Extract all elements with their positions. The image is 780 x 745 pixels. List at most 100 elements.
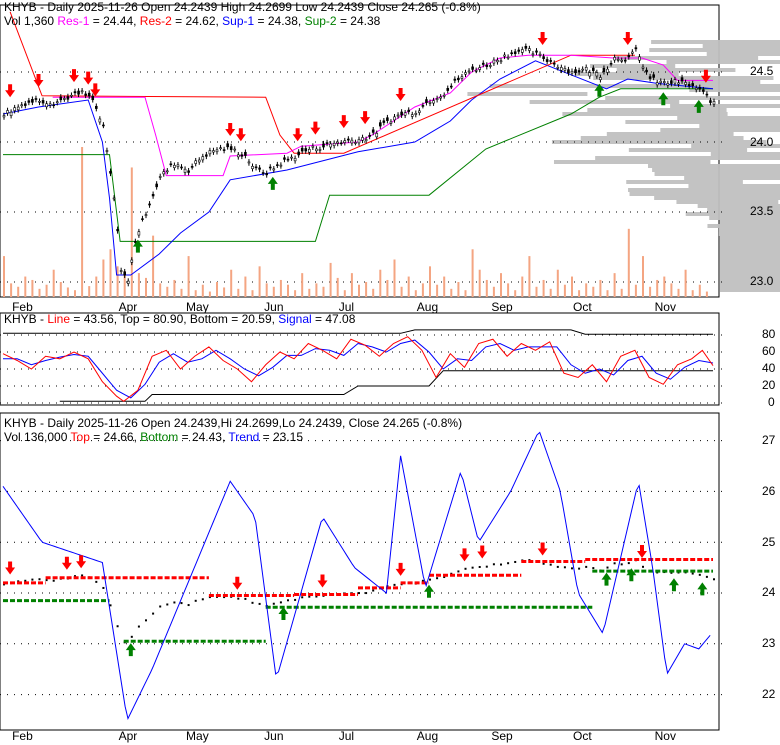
candle — [180, 166, 183, 169]
panel1-header: KHYB - Daily 2025-11-26 Open 24.2439 Hig… — [4, 0, 481, 14]
month-label: Aug — [416, 729, 439, 743]
candle — [20, 104, 24, 107]
volume-bar — [180, 288, 183, 297]
candle — [687, 84, 691, 87]
month-label: Jul — [338, 300, 355, 314]
candle — [347, 138, 350, 141]
p3-tick: 22 — [762, 687, 776, 701]
candle — [506, 56, 510, 59]
candle — [116, 229, 119, 232]
candle — [538, 53, 542, 56]
legend-sup1: Sup-1 — [222, 14, 255, 28]
candle — [606, 68, 609, 73]
month-label: Aug — [416, 300, 439, 314]
price-dot — [52, 579, 55, 582]
panel3-header: KHYB - Daily 2025-11-26 Open 24.2439,Hi … — [4, 416, 462, 430]
price-dot — [365, 592, 368, 595]
candle — [552, 62, 556, 65]
volume-bar — [684, 269, 687, 297]
volume-profile-bar — [718, 232, 780, 236]
candle — [655, 82, 659, 86]
volume-bar — [258, 266, 261, 297]
candle — [563, 68, 567, 71]
volume-bar — [414, 290, 417, 297]
volume-bar — [152, 235, 155, 297]
candle — [244, 151, 247, 156]
candle — [595, 72, 599, 77]
candle — [27, 100, 31, 103]
price-dot — [358, 592, 360, 595]
volume-bar — [315, 283, 318, 297]
legend-res2: Res-2 — [139, 14, 172, 28]
price-dot — [592, 567, 595, 570]
candle — [52, 104, 56, 107]
candle — [311, 145, 315, 148]
price-dot — [620, 563, 623, 566]
p2-tick: 40 — [762, 361, 776, 375]
candle — [268, 166, 272, 169]
candle — [95, 105, 98, 109]
price-dot — [571, 567, 573, 570]
candle — [34, 98, 38, 100]
candle — [464, 72, 467, 75]
price-dot — [492, 563, 495, 566]
volume-bar — [102, 259, 105, 297]
month-label: May — [186, 300, 209, 314]
legend-line: Line — [47, 312, 71, 326]
volume-bar — [10, 283, 13, 297]
resistance-arrow — [622, 32, 633, 45]
p1-tick: 24.0 — [750, 135, 774, 149]
volume-bar — [279, 279, 282, 297]
panel1-title: KHYB - Daily 2025-11-26 Open 24.2439 Hig… — [4, 0, 481, 14]
candle — [535, 50, 538, 53]
volume-profile-bar — [595, 156, 780, 160]
volume-bar — [301, 273, 304, 297]
volume-profile-bar — [720, 252, 780, 256]
stoch-top-line — [3, 329, 713, 335]
volume-bar — [308, 288, 311, 297]
volume-profile-bar — [606, 132, 734, 136]
volume-profile-bar — [587, 108, 727, 112]
volume-bar — [698, 284, 701, 297]
candle — [499, 60, 503, 63]
candle — [63, 98, 66, 100]
volume-bar — [109, 249, 112, 297]
candle — [638, 56, 641, 61]
price-dot — [294, 598, 297, 601]
legend-bottom-value: = 24.43, — [178, 430, 229, 444]
price-dot — [145, 619, 147, 622]
candle — [148, 203, 151, 206]
p3-resistance-arrow — [637, 545, 647, 559]
candle — [197, 159, 201, 163]
candle — [247, 161, 251, 164]
volume-bar — [130, 167, 133, 297]
candle — [41, 100, 45, 104]
p2-tick: 0 — [768, 395, 775, 409]
volume-bar — [74, 290, 76, 297]
price-dot — [585, 565, 588, 568]
chart-canvas — [0, 4, 780, 731]
volume-profile-bar — [720, 256, 780, 260]
volume-bar — [145, 277, 147, 297]
volume-bar — [500, 273, 502, 297]
resistance-arrow — [537, 32, 548, 45]
candle — [648, 76, 652, 79]
candle — [400, 111, 403, 116]
candle — [609, 62, 613, 65]
p3-tick: 27 — [762, 433, 776, 447]
candle — [378, 122, 382, 127]
candle — [616, 59, 620, 61]
volume-bar — [599, 279, 602, 297]
volume-bar — [556, 269, 559, 297]
volume-bar — [166, 286, 169, 297]
volume-bar — [514, 290, 517, 297]
price-dot — [95, 580, 98, 583]
price-dot — [173, 601, 176, 604]
panel2-legend: KHYB - Line = 43.56, Top = 80.90, Bottom… — [4, 312, 355, 326]
candle — [393, 116, 396, 121]
candle — [709, 100, 712, 103]
volume-profile-bar — [720, 236, 780, 240]
volume-profile-bar — [647, 164, 780, 168]
candle — [698, 87, 702, 90]
legend-top: Top — [70, 430, 90, 444]
